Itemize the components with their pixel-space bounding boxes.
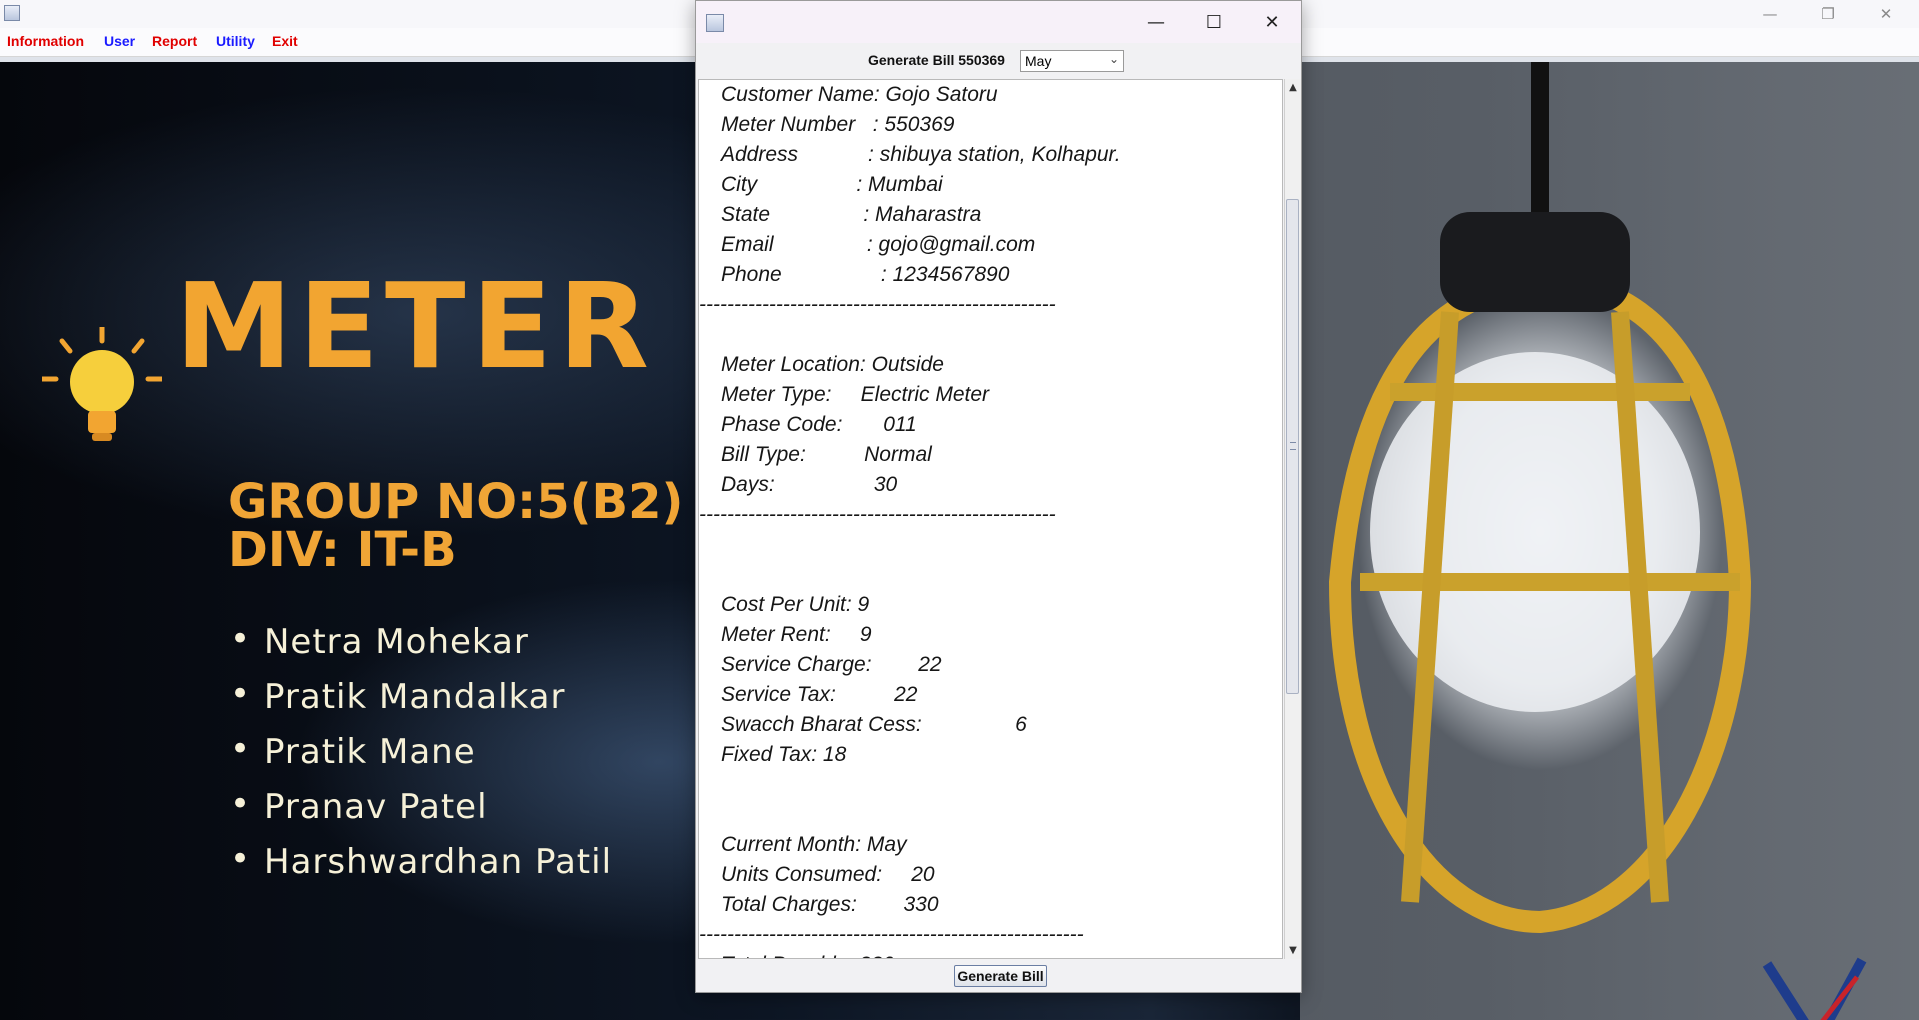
generate-bill-window: — ☐ ✕ Generate Bill 550369 May ⌄ Custome…	[695, 0, 1302, 993]
bill-line	[721, 770, 1121, 800]
bill-line: ----------------------------------------…	[699, 293, 1056, 316]
generate-bill-button[interactable]: Generate Bill	[954, 965, 1047, 987]
scroll-down-arrow-icon[interactable]: ▼	[1285, 942, 1301, 959]
bill-line: Fixed Tax: 18	[721, 743, 847, 766]
bill-line: Service Charge: 22	[721, 653, 942, 676]
bill-line: Current Month: May	[721, 833, 907, 856]
java-app-icon	[706, 14, 724, 32]
chevron-down-icon: ⌄	[1108, 52, 1119, 66]
minimize-button[interactable]: —	[1741, 0, 1799, 28]
lamp-photo	[1300, 62, 1919, 1020]
bill-line: Address : shibuya station, Kolhapur.	[721, 143, 1121, 166]
generate-bill-label: Generate Bill 550369	[868, 52, 1005, 68]
menu-user[interactable]: User	[104, 33, 135, 49]
bill-line	[721, 320, 1121, 350]
bill-line: Days: 30	[721, 473, 898, 496]
bill-line: Meter Location: Outside	[721, 353, 944, 376]
member-item: Pratik Mane	[230, 729, 612, 787]
bill-window-titlebar[interactable]: — ☐ ✕	[696, 1, 1301, 43]
bill-line: Units Consumed: 20	[721, 863, 935, 886]
month-dropdown[interactable]: May ⌄	[1020, 50, 1124, 72]
member-list: Netra Mohekar Pratik Mandalkar Pratik Ma…	[230, 619, 612, 897]
bill-line: City : Mumbai	[721, 173, 943, 196]
menu-information[interactable]: Information	[7, 33, 84, 49]
scroll-grip-icon	[1290, 442, 1296, 450]
menu-exit[interactable]: Exit	[272, 33, 298, 49]
month-selected-value: May	[1025, 53, 1052, 69]
bill-line: Phase Code: 011	[721, 413, 917, 436]
bill-line: Meter Rent: 9	[721, 623, 872, 646]
member-item: Pranav Patel	[230, 784, 612, 842]
bill-line: Meter Number : 550369	[721, 113, 955, 136]
bill-line	[721, 530, 1121, 560]
bill-line: ----------------------------------------…	[699, 503, 1056, 526]
bill-line	[721, 560, 1121, 590]
bill-close-button[interactable]: ✕	[1243, 1, 1301, 43]
bill-line: Service Tax: 22	[721, 683, 918, 706]
menu-report[interactable]: Report	[152, 33, 197, 49]
scrollbar-thumb[interactable]	[1286, 199, 1299, 694]
member-item: Netra Mohekar	[230, 619, 612, 677]
bill-line: Cost Per Unit: 9	[721, 593, 870, 616]
bill-details: Customer Name: Gojo Satoru Meter Number :…	[699, 80, 1121, 958]
bill-line: Meter Type: Electric Meter	[721, 383, 990, 406]
bill-line: Email : gojo@gmail.com	[721, 233, 1036, 256]
lightbulb-icon	[42, 327, 162, 441]
bill-line: Phone : 1234567890	[721, 263, 1010, 286]
bill-line: Total Charges: 330	[721, 893, 939, 916]
menu-utility[interactable]: Utility	[216, 33, 255, 49]
bill-line: State : Maharastra	[721, 203, 982, 226]
member-item: Pratik Mandalkar	[230, 674, 612, 732]
bill-line: Customer Name: Gojo Satoru	[721, 83, 998, 106]
bill-line: Bill Type: Normal	[721, 443, 932, 466]
bill-maximize-button[interactable]: ☐	[1185, 1, 1243, 43]
member-item: Harshwardhan Patil	[230, 839, 612, 897]
bill-line: Swacch Bharat Cess: 6	[721, 713, 1027, 736]
bill-line: ----------------------------------------…	[699, 923, 1084, 946]
bill-minimize-button[interactable]: —	[1127, 1, 1185, 43]
institute-logo	[1762, 957, 1867, 1020]
bill-line	[721, 800, 1121, 830]
bill-header-row: Generate Bill 550369 May ⌄	[696, 47, 1301, 75]
close-button[interactable]: ✕	[1857, 0, 1915, 28]
java-app-icon	[4, 5, 20, 21]
bill-line: Total Payable: 330	[721, 950, 1121, 958]
vertical-scrollbar[interactable]: ▲ ▼	[1284, 79, 1301, 959]
bill-text-area[interactable]: Customer Name: Gojo Satoru Meter Number :…	[698, 79, 1283, 959]
restore-button[interactable]: ❐	[1799, 0, 1857, 28]
division-label: DIV: IT-B	[228, 522, 457, 578]
scroll-up-arrow-icon[interactable]: ▲	[1285, 79, 1301, 96]
